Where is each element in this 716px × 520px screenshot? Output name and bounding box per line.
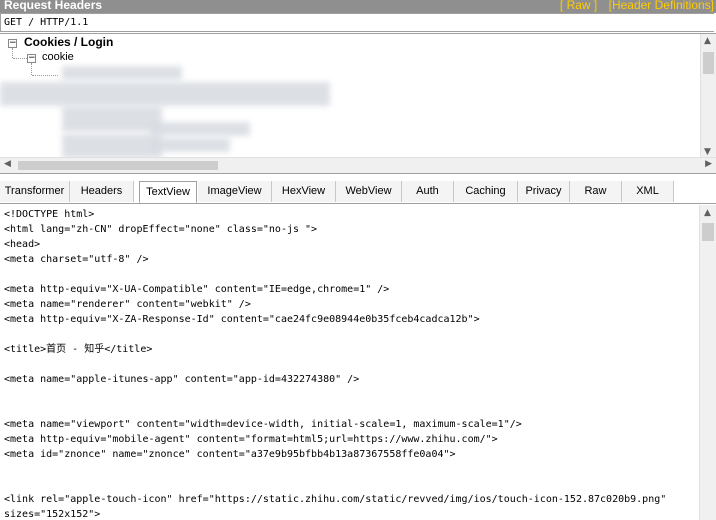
tab-transformer[interactable]: Transformer: [0, 181, 70, 202]
tab-headers[interactable]: Headers: [70, 181, 134, 202]
tab-webview[interactable]: WebView: [336, 181, 402, 202]
code-line: <!DOCTYPE html>: [4, 209, 95, 220]
tab-textview[interactable]: TextView: [139, 181, 197, 203]
tree-horizontal-scrollbar[interactable]: ◀ ▶: [0, 157, 716, 173]
response-tabs: Transformer Headers TextView ImageView H…: [0, 181, 716, 204]
redacted-region: [150, 138, 230, 152]
redacted-region: [62, 134, 162, 158]
code-line: <meta name="renderer" content="webkit" /…: [4, 299, 251, 310]
redacted-region: [62, 66, 182, 80]
code-line: <meta charset="utf-8" />: [4, 254, 149, 265]
headers-tree: − Cookies / Login − cookie ▲ ▼ ◀ ▶: [0, 33, 716, 174]
collapse-icon[interactable]: −: [27, 54, 36, 63]
scroll-thumb[interactable]: [703, 52, 714, 74]
scroll-down-icon[interactable]: ▼: [704, 147, 711, 157]
header-definitions-link[interactable]: [Header Definitions]: [609, 0, 714, 12]
text-view-vertical-scrollbar[interactable]: ▲: [699, 205, 716, 520]
redacted-region: [62, 106, 162, 132]
scroll-right-icon[interactable]: ▶: [705, 159, 712, 169]
tree-line: [13, 58, 27, 59]
tree-line: [12, 48, 13, 58]
tab-privacy[interactable]: Privacy: [518, 181, 570, 202]
tab-auth[interactable]: Auth: [402, 181, 454, 202]
tree-line: [32, 75, 58, 76]
scroll-thumb[interactable]: [18, 161, 218, 170]
tree-group-cookies-login[interactable]: Cookies / Login: [24, 35, 113, 50]
raw-link[interactable]: [ Raw ]: [560, 0, 597, 12]
tab-caching[interactable]: Caching: [454, 181, 518, 202]
tree-line: [31, 63, 32, 75]
redacted-region: [150, 122, 250, 136]
tab-xml[interactable]: XML: [622, 181, 674, 202]
panel-title: Request Headers: [4, 0, 103, 12]
request-headers-bar: Request Headers [ Raw ] [Header Definiti…: [0, 0, 716, 13]
code-line: <meta name="viewport" content="width=dev…: [4, 419, 522, 430]
code-line: sizes="152x152">: [4, 509, 101, 520]
code-line: <html lang="zh-CN" dropEffect="none" cla…: [4, 224, 318, 235]
request-line: GET / HTTP/1.1: [0, 13, 714, 32]
scroll-thumb[interactable]: [702, 223, 714, 241]
tree-item-cookie[interactable]: cookie: [42, 50, 74, 65]
code-line: <link rel="apple-touch-icon" href="https…: [4, 494, 667, 505]
tab-hexview[interactable]: HexView: [272, 181, 336, 202]
response-text-view[interactable]: <!DOCTYPE html> <html lang="zh-CN" dropE…: [0, 205, 700, 520]
scroll-up-icon[interactable]: ▲: [704, 36, 711, 46]
scroll-up-icon[interactable]: ▲: [704, 208, 711, 218]
code-line: <meta name="apple-itunes-app" content="a…: [4, 374, 360, 385]
scroll-left-icon[interactable]: ◀: [4, 159, 11, 169]
tab-raw[interactable]: Raw: [570, 181, 622, 202]
collapse-icon[interactable]: −: [8, 39, 17, 48]
code-line: <meta http-equiv="X-ZA-Response-Id" cont…: [4, 314, 480, 325]
code-line: <meta id="znonce" name="znonce" content=…: [4, 449, 456, 460]
code-line: <head>: [4, 239, 41, 250]
code-line: <title>首页 - 知乎</title>: [4, 344, 153, 355]
tree-vertical-scrollbar[interactable]: ▲ ▼: [700, 34, 716, 159]
code-line: <meta http-equiv="mobile-agent" content=…: [4, 434, 498, 445]
tab-imageview[interactable]: ImageView: [198, 181, 272, 202]
code-line: <meta http-equiv="X-UA-Compatible" conte…: [4, 284, 390, 295]
header-links: [ Raw ] [Header Definitions]: [552, 0, 714, 13]
redacted-region: [0, 82, 330, 106]
